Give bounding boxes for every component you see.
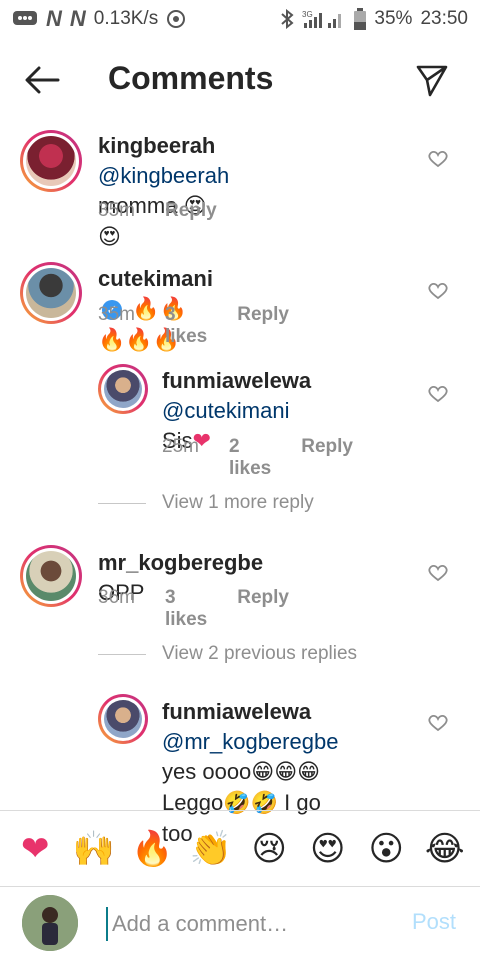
status-bar: N N 0.13K/s 3G 35% 23:50 bbox=[0, 0, 480, 38]
battery-icon bbox=[354, 8, 367, 30]
comment-time: 35m bbox=[98, 304, 135, 325]
clock: 23:50 bbox=[420, 8, 468, 29]
comment-likes[interactable]: 3 likes bbox=[165, 587, 207, 631]
battery-percent: 35% bbox=[374, 8, 413, 29]
view-previous-replies[interactable]: View 2 previous replies bbox=[98, 643, 357, 665]
comment-input[interactable]: Add a comment… bbox=[106, 907, 386, 941]
avatar[interactable] bbox=[98, 364, 148, 414]
divider bbox=[98, 653, 146, 655]
heart-icon[interactable] bbox=[428, 282, 448, 300]
reply-button[interactable]: Reply bbox=[237, 587, 289, 631]
comment-username[interactable]: kingbeerah bbox=[98, 133, 215, 158]
n-icon: N bbox=[69, 6, 86, 31]
divider bbox=[98, 502, 146, 504]
comment-text: yes oooo bbox=[162, 759, 252, 784]
comment-mention[interactable]: @cutekimani bbox=[162, 398, 290, 423]
comment-time: 35m bbox=[98, 200, 135, 221]
laughing-emoji-button[interactable]: 😂 bbox=[420, 829, 470, 869]
clap-emoji-button[interactable]: 👏 bbox=[186, 829, 236, 869]
comment-meta: 35m Reply bbox=[98, 200, 217, 222]
comment-mention[interactable]: @kingbeerah bbox=[98, 163, 229, 188]
bluetooth-icon bbox=[280, 9, 294, 29]
heart-icon[interactable] bbox=[428, 564, 448, 582]
comment-emoji: 😁😁😁 bbox=[251, 760, 321, 785]
comment-username[interactable]: funmiawelewa bbox=[162, 699, 311, 724]
heart-icon[interactable] bbox=[428, 150, 448, 168]
view-more-label: View 2 previous replies bbox=[162, 643, 358, 664]
comment-username[interactable]: mr_kogberegbe bbox=[98, 550, 263, 575]
post-button[interactable]: Post bbox=[412, 909, 456, 935]
back-button[interactable] bbox=[22, 62, 62, 98]
quick-emoji-bar: ❤ 🙌 🔥 👏 😢 😍 😮 😂 bbox=[0, 810, 480, 886]
page-title: Comments bbox=[108, 60, 274, 96]
avatar[interactable] bbox=[20, 262, 82, 324]
comment-likes[interactable]: 3 likes bbox=[165, 304, 207, 348]
view-more-label: View 1 more reply bbox=[162, 492, 314, 513]
comment-time: 36m bbox=[98, 587, 135, 608]
comment-composer: Add a comment… Post bbox=[0, 886, 480, 960]
comment-username[interactable]: funmiawelewa bbox=[162, 368, 311, 393]
network-speed: 0.13K/s bbox=[93, 8, 159, 29]
avatar[interactable] bbox=[20, 545, 82, 607]
fire-emoji-button[interactable]: 🔥 bbox=[127, 829, 177, 869]
reply-button[interactable]: Reply bbox=[301, 436, 353, 480]
heart-eyes-emoji-button[interactable]: 😍 bbox=[303, 829, 353, 869]
hotspot-icon bbox=[166, 9, 186, 29]
comment-likes[interactable]: 2 likes bbox=[229, 436, 271, 480]
comment-meta: 25m 2 likes Reply bbox=[162, 436, 353, 480]
share-button[interactable] bbox=[412, 60, 452, 100]
view-more-replies[interactable]: View 1 more reply bbox=[98, 492, 314, 514]
surprised-emoji-button[interactable]: 😮 bbox=[361, 829, 411, 869]
reply-button[interactable]: Reply bbox=[237, 304, 289, 348]
reply-button[interactable]: Reply bbox=[165, 200, 217, 222]
my-avatar bbox=[22, 895, 78, 951]
avatar[interactable] bbox=[20, 130, 82, 192]
heart-icon[interactable] bbox=[428, 385, 448, 403]
heart-icon[interactable] bbox=[428, 714, 448, 732]
n-icon: N bbox=[46, 6, 62, 31]
raised-hands-emoji-button[interactable]: 🙌 bbox=[69, 829, 119, 869]
comment-meta: 36m 3 likes Reply bbox=[98, 587, 289, 631]
comment-time: 25m bbox=[162, 436, 199, 457]
paper-plane-icon bbox=[416, 65, 448, 97]
comment-username[interactable]: cutekimani bbox=[98, 266, 213, 291]
comment-body: kingbeerah @kingbeerah momma 😍😍 bbox=[98, 131, 229, 253]
svg-text:3G: 3G bbox=[302, 10, 313, 19]
comment-mention[interactable]: @mr_kogberegbe bbox=[162, 729, 338, 754]
chat-icon bbox=[12, 10, 38, 28]
heart-emoji-button[interactable]: ❤ bbox=[10, 829, 60, 869]
comment-meta: 35m 3 likes Reply bbox=[98, 304, 289, 348]
cry-emoji-button[interactable]: 😢 bbox=[244, 829, 294, 869]
signal-icon: 3G bbox=[302, 9, 346, 29]
avatar[interactable] bbox=[98, 694, 148, 744]
header: Comments bbox=[0, 50, 480, 110]
arrow-left-icon bbox=[25, 66, 60, 94]
